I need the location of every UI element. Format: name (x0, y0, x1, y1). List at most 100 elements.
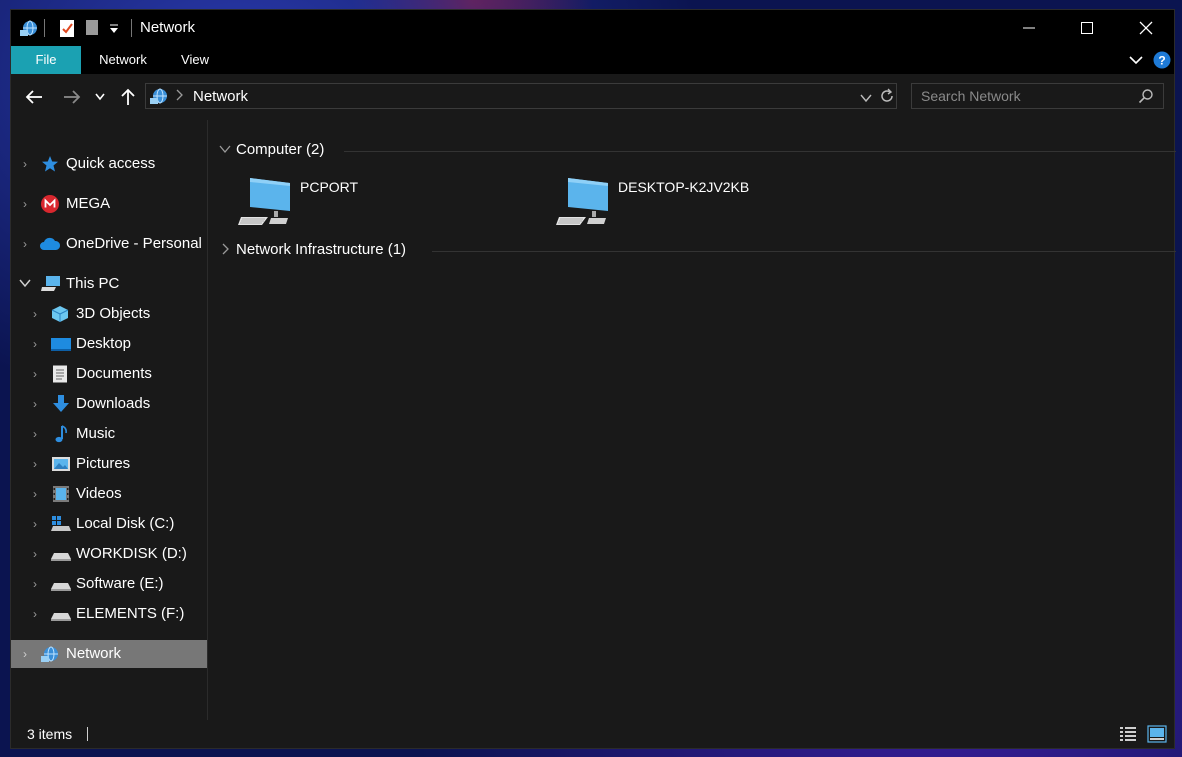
sidebar-item-label: Music (76, 425, 116, 442)
group-header-network-infrastructure[interactable]: Network Infrastructure (1) (218, 240, 1176, 262)
minimize-icon (1023, 27, 1035, 29)
large-icons-view-icon[interactable] (1147, 725, 1167, 748)
search-input[interactable]: Search Network (921, 88, 1021, 104)
search-box[interactable]: Search Network (911, 83, 1164, 109)
tab-network[interactable]: Network (87, 46, 159, 74)
chevron-right-icon[interactable]: › (29, 607, 41, 621)
download-icon (52, 395, 70, 413)
search-icon[interactable] (1138, 88, 1154, 109)
computer-icon (238, 174, 294, 231)
sidebar-item-elements-f[interactable]: › ELEMENTS (F:) (11, 600, 207, 628)
ribbon-tabs: File Network View ? (11, 46, 1174, 74)
expand-ribbon-icon[interactable] (1129, 53, 1143, 72)
address-history-icon[interactable] (860, 90, 872, 108)
back-button[interactable] (23, 86, 45, 108)
chevron-right-icon[interactable]: › (19, 157, 31, 171)
chevron-right-icon[interactable] (218, 243, 232, 257)
group-divider (432, 251, 1176, 252)
sidebar-item-this-pc[interactable]: This PC (11, 270, 207, 298)
sidebar-item-downloads[interactable]: › Downloads (11, 390, 207, 418)
chevron-right-icon[interactable]: › (29, 307, 41, 321)
sidebar-item-network[interactable]: › Network (11, 640, 207, 668)
sidebar-item-pictures[interactable]: › Pictures (11, 450, 207, 478)
chevron-right-icon[interactable]: › (29, 517, 41, 531)
sidebar-item-software-e[interactable]: › Software (E:) (11, 570, 207, 598)
details-view-icon[interactable] (1119, 726, 1137, 747)
star-icon (41, 155, 59, 173)
chevron-right-icon[interactable]: › (29, 547, 41, 561)
status-separator (87, 727, 88, 741)
minimize-button[interactable] (1000, 10, 1058, 46)
sidebar-item-quick-access[interactable]: › Quick access (11, 150, 207, 178)
group-header-computer[interactable]: Computer (2) (218, 140, 1176, 162)
sidebar-item-label: 3D Objects (76, 305, 151, 322)
sidebar-item-mega[interactable]: › MEGA (11, 190, 207, 218)
breadcrumb-chevron-icon[interactable] (176, 88, 184, 107)
maximize-button[interactable] (1058, 10, 1116, 46)
sidebar-item-local-disk-c[interactable]: › Local Disk (C:) (11, 510, 207, 538)
breadcrumb[interactable]: Network (193, 88, 248, 105)
system-drive-icon (51, 515, 71, 533)
music-icon (53, 425, 71, 443)
separator (131, 19, 132, 37)
sidebar-item-workdisk-d[interactable]: › WORKDISK (D:) (11, 540, 207, 568)
separator (44, 19, 45, 37)
chevron-right-icon[interactable]: › (19, 647, 31, 661)
chevron-down-icon[interactable] (19, 277, 31, 291)
chevron-right-icon[interactable]: › (29, 457, 41, 471)
help-icon[interactable]: ? (1153, 51, 1171, 74)
recent-locations-button[interactable] (93, 86, 107, 108)
address-bar[interactable]: Network (145, 83, 897, 109)
network-computer-item[interactable]: PCPORT (238, 170, 498, 226)
chevron-down-icon[interactable] (218, 143, 232, 157)
video-icon (52, 485, 70, 503)
forward-arrow-icon (64, 90, 81, 104)
window-title: Network (140, 19, 196, 36)
sidebar-item-label: Documents (76, 365, 152, 382)
up-button[interactable] (117, 86, 139, 108)
sidebar-item-videos[interactable]: › Videos (11, 480, 207, 508)
document-icon (52, 365, 70, 383)
drive-icon (51, 605, 71, 623)
cloud-icon (39, 235, 61, 253)
chevron-right-icon[interactable]: › (29, 397, 41, 411)
sidebar-item-label: Software (E:) (76, 575, 164, 592)
close-button[interactable] (1117, 10, 1175, 46)
tab-file[interactable]: File (11, 46, 81, 74)
chevron-right-icon[interactable]: › (29, 337, 41, 351)
sidebar-item-label: Videos (76, 485, 122, 502)
mega-icon (41, 195, 59, 213)
file-list: Computer (2) PCPORT DESKTOP-K2JV2KB Netw… (208, 120, 1176, 720)
customize-toolbar-icon[interactable] (109, 22, 119, 40)
sidebar-item-music[interactable]: › Music (11, 420, 207, 448)
close-icon (1139, 21, 1153, 35)
sidebar-item-3d-objects[interactable]: › 3D Objects (11, 300, 207, 328)
group-title: Computer (2) (236, 141, 325, 158)
chevron-right-icon[interactable]: › (19, 237, 31, 251)
chevron-right-icon[interactable]: › (29, 577, 41, 591)
computer-name: DESKTOP-K2JV2KB (618, 179, 750, 195)
sidebar-item-label: WORKDISK (D:) (76, 545, 187, 562)
network-computer-item[interactable]: DESKTOP-K2JV2KB (556, 170, 816, 226)
sidebar-item-desktop[interactable]: › Desktop (11, 330, 207, 358)
sidebar-item-label: Downloads (76, 395, 151, 412)
tab-view[interactable]: View (169, 46, 221, 74)
refresh-icon[interactable] (879, 88, 895, 109)
sidebar-item-label: Network (66, 645, 122, 662)
new-folder-icon[interactable] (85, 18, 99, 43)
cube-icon (51, 305, 69, 323)
properties-icon[interactable] (59, 18, 75, 43)
svg-text:?: ? (1158, 54, 1165, 68)
sidebar-item-documents[interactable]: › Documents (11, 360, 207, 388)
chevron-right-icon[interactable]: › (19, 197, 31, 211)
chevron-right-icon[interactable]: › (29, 427, 41, 441)
network-icon[interactable] (19, 18, 39, 43)
chevron-right-icon[interactable]: › (29, 367, 41, 381)
sidebar-item-onedrive[interactable]: › OneDrive - Personal (11, 230, 207, 258)
forward-button[interactable] (61, 86, 83, 108)
drive-icon (51, 545, 71, 563)
chevron-right-icon[interactable]: › (29, 487, 41, 501)
navigation-pane: › Quick access › MEGA › OneDrive - Perso… (11, 120, 207, 720)
maximize-icon (1081, 22, 1093, 34)
network-icon (149, 86, 169, 111)
